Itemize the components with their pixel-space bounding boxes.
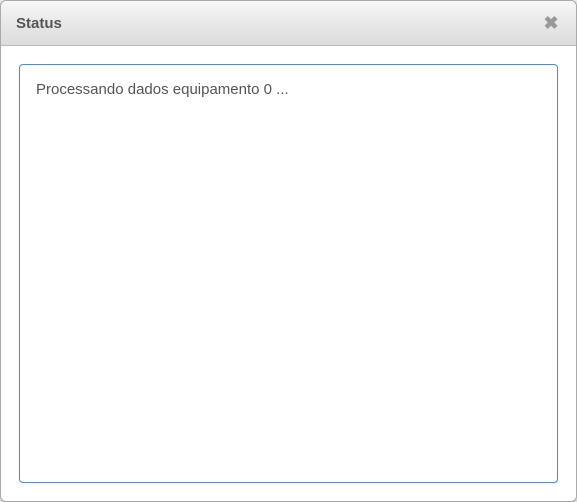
close-icon: ✖	[543, 14, 558, 32]
status-message: Processando dados equipamento 0 ...	[36, 79, 541, 100]
close-button[interactable]: ✖	[541, 13, 561, 33]
status-dialog: Status ✖ Processando dados equipamento 0…	[0, 0, 577, 502]
dialog-title: Status	[16, 15, 62, 32]
dialog-content: Processando dados equipamento 0 ...	[1, 46, 576, 501]
dialog-titlebar: Status ✖	[1, 1, 576, 46]
status-box: Processando dados equipamento 0 ...	[19, 64, 558, 483]
